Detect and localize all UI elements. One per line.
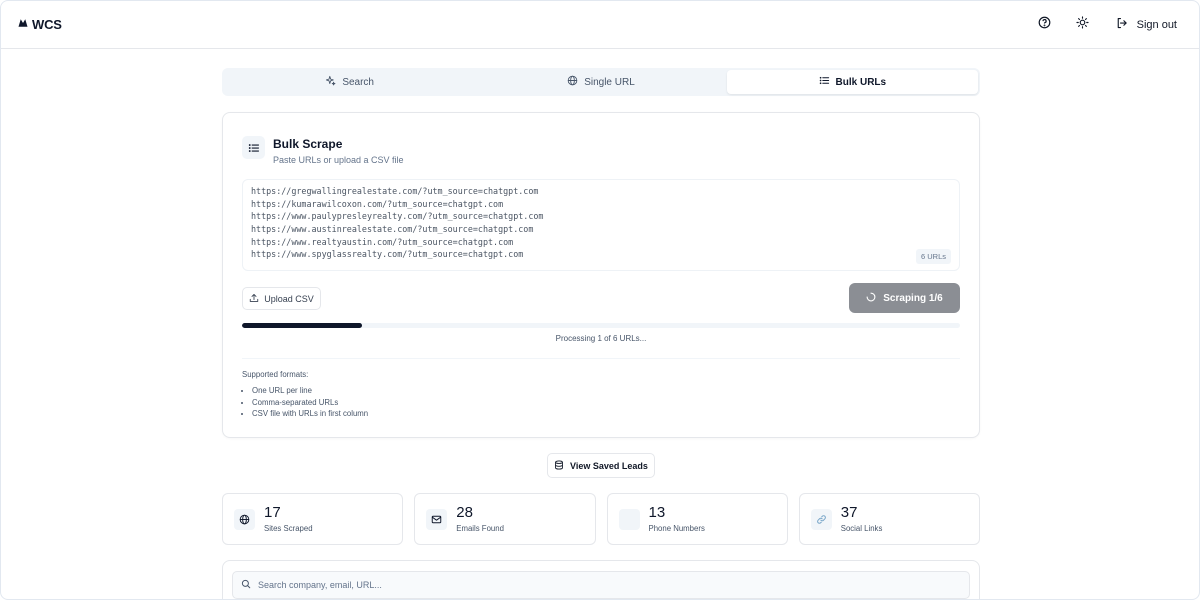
stat-emails-found: 28 Emails Found [414,493,596,545]
phone-icon [618,508,640,530]
url-textarea[interactable]: https://gregwallingrealestate.com/?utm_s… [242,179,960,271]
formats-title: Supported formats: [242,370,309,379]
stat-sites-scraped: 17 Sites Scraped [222,493,404,545]
sign-out-label: Sign out [1136,18,1177,31]
stat-label: Phone Numbers [648,524,705,533]
url-line: https://www.spyglassrealty.com/?utm_sour… [251,249,524,260]
stat-label: Social Links [840,524,883,533]
brand-logo[interactable]: WCS [17,17,62,32]
stat-phone-numbers: 13 Phone Numbers [606,493,788,545]
tab-label: Search [342,76,374,88]
supported-formats: Supported formats: One URL per line Comm… [242,370,368,420]
card-title: Bulk Scrape [273,137,343,151]
header-actions: Sign out [1030,10,1183,40]
sun-icon [1076,15,1089,34]
help-circle-icon [1038,16,1051,34]
list-icon [242,136,265,159]
url-list: https://gregwallingrealestate.com/?utm_s… [251,185,951,261]
stat-value: 28 [456,504,473,521]
help-button[interactable] [1030,10,1060,40]
list-icon [819,75,830,89]
log-out-icon [1116,17,1128,32]
link-icon [810,508,832,530]
scrape-label: Scraping 1/6 [883,292,943,304]
tab-bulk-urls[interactable]: Bulk URLs [726,70,978,94]
card-header: Bulk Scrape Paste URLs or upload a CSV f… [242,136,404,165]
view-saved-leads-button[interactable]: View Saved Leads [547,453,655,478]
formats-list: One URL per line Comma-separated URLs CS… [242,385,368,420]
sparkles-icon [325,75,336,89]
stat-value: 13 [648,504,666,521]
tab-label: Bulk URLs [835,76,887,88]
url-line: https://www.austinrealestate.com/?utm_so… [251,224,534,235]
app-window: WCS Sign out Search Single URL Bulk URLs… [0,0,1200,600]
database-icon [554,460,564,472]
url-count-badge: 6 URLs [915,249,951,264]
url-line: https://gregwallingrealestate.com/?utm_s… [251,186,539,196]
tab-search[interactable]: Search [224,70,475,94]
progress-status: Processing 1 of 6 URLs... [555,334,647,343]
stat-label: Emails Found [456,524,504,533]
mode-tabs: Search Single URL Bulk URLs [222,68,980,96]
url-line: https://www.paulypresleyrealty.com/?utm_… [251,211,544,222]
upload-csv-button[interactable]: Upload CSV [242,287,321,310]
search-icon [241,576,251,594]
format-item: CSV file with URLs in first column [252,408,368,420]
stat-value: 17 [264,504,281,521]
logo-icon [17,17,29,32]
stat-social-links: 37 Social Links [798,493,980,545]
format-item: Comma-separated URLs [252,397,368,409]
sign-out-button[interactable]: Sign out [1106,10,1183,40]
stat-label: Sites Scraped [264,524,313,533]
mail-icon [426,508,448,530]
upload-icon [249,293,259,305]
globe-icon [567,75,578,89]
brand-name: WCS [32,17,62,32]
saved-leads-label: View Saved Leads [570,460,648,471]
spinner-icon [866,292,876,305]
search-input[interactable] [258,580,961,590]
top-bar: WCS Sign out [1,1,1199,49]
stats-row: 17 Sites Scraped 28 Emails Found 13 Phon… [222,493,980,545]
tab-single-url[interactable]: Single URL [475,70,726,94]
search-field[interactable] [232,571,970,599]
scrape-button[interactable]: Scraping 1/6 [849,283,960,313]
stat-value: 37 [840,504,858,521]
progress-bar [242,323,960,328]
progress-fill [242,323,362,328]
bulk-scrape-card: Bulk Scrape Paste URLs or upload a CSV f… [222,112,980,438]
globe-icon [234,508,255,530]
upload-label: Upload CSV [264,293,314,304]
url-line: https://www.realtyaustin.com/?utm_source… [251,236,514,247]
tab-label: Single URL [584,76,635,88]
url-line: https://kumarawilcoxon.com/?utm_source=c… [251,198,504,209]
format-item: One URL per line [252,385,368,397]
divider [242,358,960,359]
leads-search-card [222,560,980,599]
card-subtitle: Paste URLs or upload a CSV file [273,155,404,165]
theme-toggle-button[interactable] [1068,10,1098,40]
